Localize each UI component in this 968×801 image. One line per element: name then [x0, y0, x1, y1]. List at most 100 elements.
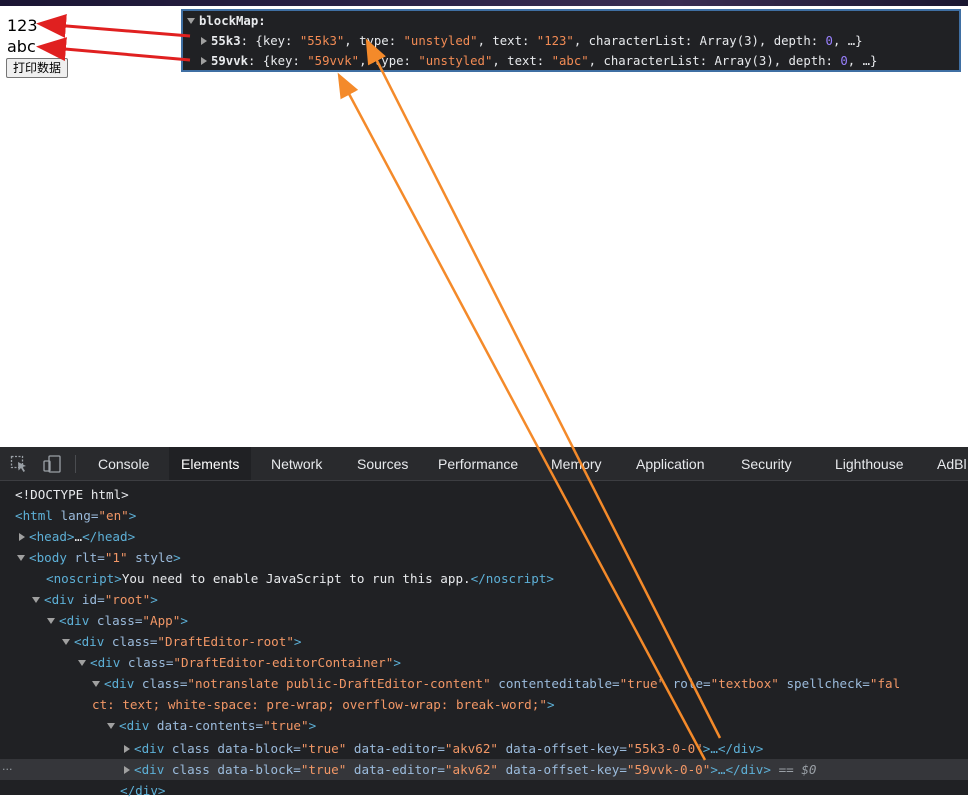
dom-div-app[interactable]: <div class="App">: [47, 610, 188, 631]
entry-type-label: , type:: [359, 54, 419, 68]
entry-key-label: 55k3: [211, 34, 241, 48]
tab-network[interactable]: Network: [259, 447, 334, 480]
tab-lighthouse[interactable]: Lighthouse: [823, 447, 916, 480]
tag-text: <div: [119, 718, 150, 733]
devtools-toolbar: Console Elements Network Sources Perform…: [0, 447, 968, 481]
blockmap-header-row[interactable]: blockMap:: [183, 11, 266, 31]
expand-right-icon[interactable]: [201, 56, 207, 65]
tab-elements[interactable]: Elements: [169, 447, 252, 480]
attr-value: "en": [98, 508, 129, 523]
expand-right-icon[interactable]: [19, 532, 25, 541]
entry-key-label: 59vvk: [211, 54, 249, 68]
attr-name: class: [164, 741, 210, 756]
expand-down-icon[interactable]: [62, 638, 70, 645]
dom-div-root[interactable]: <div id="root">: [32, 589, 158, 610]
tab-adblock[interactable]: AdBl: [925, 447, 968, 480]
attr-value: ct: text; white-space: pre-wrap; overflo…: [92, 697, 547, 712]
tab-performance[interactable]: Performance: [426, 447, 530, 480]
tag-text: <div: [134, 741, 165, 756]
device-toolbar-icon[interactable]: [43, 455, 61, 473]
browser-top-strip: [0, 0, 968, 6]
entry-open-text: : {key:: [240, 34, 300, 48]
toolbar-divider: [75, 455, 76, 473]
attr-value: "true": [619, 676, 666, 691]
expand-right-icon[interactable]: [201, 36, 207, 45]
entry-tail: , …}: [847, 54, 878, 68]
attr-name: class=: [104, 634, 158, 649]
dom-noscript[interactable]: <noscript>You need to enable JavaScript …: [46, 568, 554, 589]
attr-value: "1": [104, 550, 128, 565]
entry-text-label: , text:: [492, 54, 552, 68]
dom-doctype[interactable]: <!DOCTYPE html>: [15, 484, 129, 505]
tag-text: <html: [15, 508, 53, 523]
attr-name: data-editor=: [346, 762, 445, 777]
attr-value: "notranslate public-DraftEditor-content": [187, 676, 491, 691]
tab-sources[interactable]: Sources: [345, 447, 420, 480]
entry-type-label: , type:: [344, 34, 404, 48]
dom-div-content[interactable]: <div class="notranslate public-DraftEdit…: [92, 673, 900, 694]
attr-name: style: [127, 550, 174, 565]
expand-down-icon[interactable]: [17, 554, 25, 561]
blockmap-entry-59vvk[interactable]: 59vvk: {key: "59vvk", type: "unstyled", …: [197, 51, 877, 71]
expand-down-icon[interactable]: [32, 596, 40, 603]
inspect-element-icon[interactable]: [10, 455, 28, 473]
blockmap-entry-55k3[interactable]: 55k3: {key: "55k3", type: "unstyled", te…: [197, 31, 863, 51]
dom-div-data-contents[interactable]: <div data-contents="true">: [107, 715, 316, 736]
attr-value: "fal: [869, 676, 901, 691]
attr-value: "akv62": [444, 762, 498, 777]
tag-text: <div: [90, 655, 121, 670]
attr-value: "true": [263, 718, 309, 733]
row-gutter-dots[interactable]: ···: [2, 759, 18, 780]
entry-text-value: "abc": [551, 54, 589, 68]
tag-text: >…</div>: [702, 741, 764, 756]
tag-text: <div: [74, 634, 105, 649]
attr-name: data-block=: [209, 741, 301, 756]
expand-right-icon[interactable]: [124, 765, 130, 774]
tag-text: <div: [59, 613, 90, 628]
dom-body[interactable]: <body rlt="1" style>: [17, 547, 181, 568]
dom-head[interactable]: <head>…</head>: [19, 526, 135, 547]
tab-application[interactable]: Application: [624, 447, 717, 480]
tag-text: </head>: [82, 529, 136, 544]
expand-right-icon[interactable]: [124, 744, 130, 753]
dom-div-drafteditor-root[interactable]: <div class="DraftEditor-root">: [62, 631, 302, 652]
print-data-button[interactable]: 打印数据: [6, 58, 69, 78]
dom-div-editor-container[interactable]: <div class="DraftEditor-editorContainer"…: [78, 652, 401, 673]
attr-name: lang=: [52, 508, 99, 523]
dom-html[interactable]: <html lang="en">: [15, 505, 136, 526]
noscript-text: You need to enable JavaScript to run thi…: [121, 571, 471, 586]
dom-div-close[interactable]: </div>: [120, 780, 166, 801]
entry-key-value: "59vvk": [307, 54, 360, 68]
attr-value: "DraftEditor-root": [157, 634, 294, 649]
attr-name: class=: [89, 613, 143, 628]
blockmap-console-popup: blockMap: 55k3: {key: "55k3", type: "uns…: [181, 9, 961, 72]
dom-block-59vvk[interactable]: <div class data-block="true" data-editor…: [124, 759, 816, 780]
tab-security[interactable]: Security: [729, 447, 804, 480]
expand-down-icon[interactable]: [92, 680, 100, 687]
entry-open-text: : {key:: [248, 54, 308, 68]
entry-type-value: "unstyled": [418, 54, 493, 68]
dom-block-55k3[interactable]: <div class data-block="true" data-editor…: [124, 738, 763, 759]
editor-block-1[interactable]: 123: [7, 16, 38, 35]
expand-down-icon[interactable]: [78, 659, 86, 666]
attr-name: class: [164, 762, 210, 777]
tag-text: >: [173, 550, 181, 565]
entry-depth-value: 0: [825, 34, 833, 48]
tag-text: <div: [134, 762, 165, 777]
attr-value: "59vvk-0-0": [626, 762, 711, 777]
collapsed-ellipsis: …: [74, 529, 83, 544]
attr-value: "root": [104, 592, 151, 607]
attr-value: "textbox": [710, 676, 779, 691]
tag-text: <head>: [29, 529, 75, 544]
expand-down-icon[interactable]: [187, 17, 195, 24]
editor-block-2[interactable]: abc: [7, 37, 36, 56]
attr-value: "55k3-0-0": [626, 741, 703, 756]
entry-tail: , …}: [832, 34, 863, 48]
tab-console[interactable]: Console: [86, 447, 161, 480]
tab-memory[interactable]: Memory: [539, 447, 614, 480]
attr-name: id=: [74, 592, 105, 607]
expand-down-icon[interactable]: [107, 722, 115, 729]
selected-node-note: == $0: [770, 762, 817, 777]
expand-down-icon[interactable]: [47, 617, 55, 624]
attr-name: data-editor=: [346, 741, 445, 756]
